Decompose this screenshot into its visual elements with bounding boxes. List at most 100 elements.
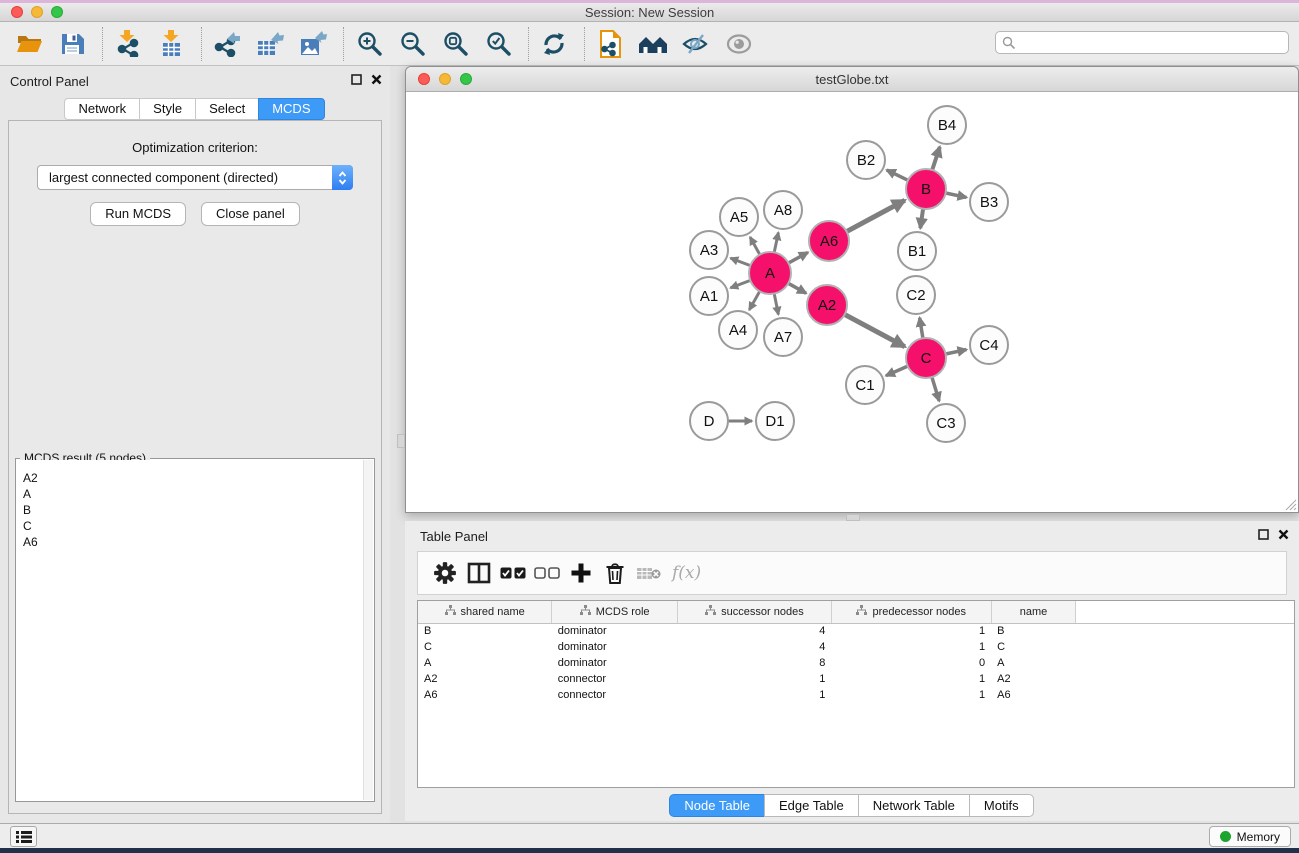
table-cell[interactable]: 1	[678, 687, 832, 703]
export-image-button[interactable]	[298, 29, 328, 59]
column-header-MCDS-role[interactable]: MCDS role	[552, 601, 678, 623]
table-cell[interactable]: C	[418, 639, 552, 655]
table-cell[interactable]: C	[991, 639, 1076, 655]
close-panel-button[interactable]: Close panel	[201, 202, 300, 226]
function-builder-button[interactable]: f(x)	[672, 563, 701, 583]
tab-network[interactable]: Network	[64, 98, 140, 120]
save-session-button[interactable]	[57, 29, 87, 59]
tab-motifs[interactable]: Motifs	[969, 794, 1034, 817]
table-cell[interactable]: 1	[831, 687, 991, 703]
graph-edge-B-B1[interactable]	[920, 209, 923, 228]
table-cell[interactable]: A	[991, 655, 1076, 671]
graph-edge-C-C2[interactable]	[920, 318, 923, 339]
split-divider-handle-horizontal[interactable]	[846, 514, 860, 521]
import-table-button[interactable]	[156, 29, 186, 59]
graph-edge-A-A3[interactable]	[731, 258, 751, 266]
close-panel-icon[interactable]	[371, 74, 382, 85]
graph-edge-B-B4[interactable]	[932, 147, 940, 170]
graph-edge-C-C1[interactable]	[886, 366, 908, 376]
graph-edge-A-A4[interactable]	[749, 291, 759, 310]
close-window-button[interactable]	[11, 6, 23, 18]
optimization-criterion-dropdown[interactable]: largest connected component (directed)	[37, 165, 353, 190]
table-cell[interactable]: A	[418, 655, 552, 671]
home-layout-button[interactable]	[638, 29, 668, 59]
network-close-button[interactable]	[418, 73, 430, 85]
graph-edge-A-A7[interactable]	[774, 294, 778, 315]
split-divider-handle-vertical[interactable]	[397, 434, 405, 448]
table-row[interactable]: A6connector11A6	[418, 687, 1294, 703]
new-network-from-file-button[interactable]	[595, 29, 625, 59]
graph-edge-A-A2[interactable]	[788, 283, 806, 293]
maximize-window-button[interactable]	[51, 6, 63, 18]
tab-mcds[interactable]: MCDS	[258, 98, 324, 120]
table-row[interactable]: A2connector11A2	[418, 671, 1294, 687]
tab-select[interactable]: Select	[195, 98, 259, 120]
table-cell[interactable]: A6	[418, 687, 552, 703]
table-cell[interactable]: 1	[831, 639, 991, 655]
table-cell[interactable]: connector	[552, 687, 678, 703]
float-table-panel-icon[interactable]	[1258, 529, 1269, 540]
show-columns-button[interactable]	[462, 558, 496, 588]
table-cell[interactable]: 1	[678, 671, 832, 687]
table-cell[interactable]: 0	[831, 655, 991, 671]
mcds-result-item[interactable]: A6	[17, 534, 363, 550]
hide-graphics-details-button[interactable]	[681, 29, 711, 59]
network-canvas[interactable]: AA1A2A3A4A5A6A7A8BB1B2B3B4CC1C2C3C4DD1	[406, 92, 1298, 512]
zoom-selected-button[interactable]	[483, 29, 513, 59]
memory-button[interactable]: Memory	[1209, 826, 1291, 847]
select-all-checkboxes-button[interactable]	[496, 558, 530, 588]
table-cell[interactable]: A2	[418, 671, 552, 687]
zoom-out-button[interactable]	[397, 29, 427, 59]
table-row[interactable]: Adominator80A	[418, 655, 1294, 671]
minimize-window-button[interactable]	[31, 6, 43, 18]
network-minimize-button[interactable]	[439, 73, 451, 85]
export-table-button[interactable]	[255, 29, 285, 59]
export-network-button[interactable]	[212, 29, 242, 59]
refresh-button[interactable]	[539, 29, 569, 59]
show-graphics-details-button[interactable]	[724, 29, 754, 59]
open-file-button[interactable]	[14, 29, 44, 59]
mcds-result-item[interactable]: A	[17, 486, 363, 502]
tab-node-table[interactable]: Node Table	[669, 794, 765, 817]
delete-table-button[interactable]	[632, 558, 666, 588]
table-cell[interactable]: dominator	[552, 655, 678, 671]
import-network-button[interactable]	[113, 29, 143, 59]
column-header-predecessor-nodes[interactable]: predecessor nodes	[831, 601, 991, 623]
table-cell[interactable]: 1	[831, 623, 991, 639]
table-cell[interactable]: B	[418, 623, 552, 639]
delete-column-button[interactable]	[598, 558, 632, 588]
graph-edge-A6-B[interactable]	[847, 200, 905, 231]
zoom-fit-button[interactable]	[440, 29, 470, 59]
column-header-name[interactable]: name	[991, 601, 1076, 623]
table-cell[interactable]: 4	[678, 623, 832, 639]
mcds-result-item[interactable]: A2	[17, 470, 363, 486]
graph-edge-A-A5[interactable]	[750, 237, 760, 255]
table-cell[interactable]: 4	[678, 639, 832, 655]
result-list-scrollbar[interactable]	[363, 460, 373, 800]
column-header-successor-nodes[interactable]: successor nodes	[678, 601, 832, 623]
graph-edge-C-C3[interactable]	[932, 377, 939, 401]
graph-edge-B-B3[interactable]	[946, 193, 967, 197]
table-cell[interactable]: 1	[831, 671, 991, 687]
search-field[interactable]	[995, 31, 1289, 54]
table-cell[interactable]: A2	[991, 671, 1076, 687]
table-cell[interactable]: dominator	[552, 623, 678, 639]
float-panel-icon[interactable]	[351, 74, 362, 85]
deselect-all-checkboxes-button[interactable]	[530, 558, 564, 588]
table-cell[interactable]: B	[991, 623, 1076, 639]
table-cell[interactable]: 8	[678, 655, 832, 671]
table-cell[interactable]: A6	[991, 687, 1076, 703]
task-history-button[interactable]	[10, 826, 37, 847]
network-maximize-button[interactable]	[460, 73, 472, 85]
run-mcds-button[interactable]: Run MCDS	[90, 202, 186, 226]
zoom-in-button[interactable]	[354, 29, 384, 59]
table-cell[interactable]: dominator	[552, 639, 678, 655]
graph-edge-B-B2[interactable]	[887, 170, 908, 180]
graph-edge-A2-C[interactable]	[845, 314, 905, 346]
graph-edge-A-A6[interactable]	[789, 252, 808, 263]
column-header-shared-name[interactable]: shared name	[418, 601, 552, 623]
table-row[interactable]: Cdominator41C	[418, 639, 1294, 655]
node-table[interactable]: shared nameMCDS rolesuccessor nodesprede…	[417, 600, 1295, 788]
tab-network-table[interactable]: Network Table	[858, 794, 970, 817]
table-row[interactable]: Bdominator41B	[418, 623, 1294, 639]
